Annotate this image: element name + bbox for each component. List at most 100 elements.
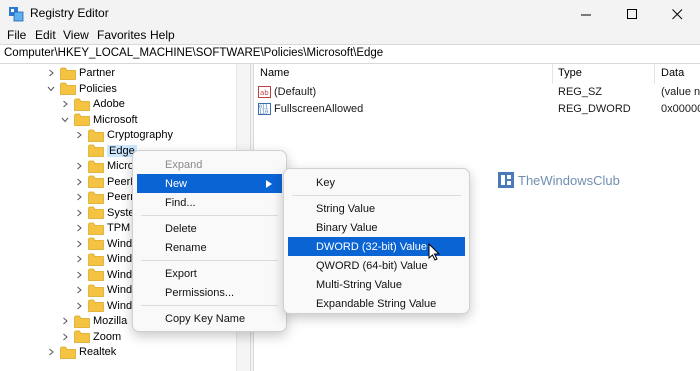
address-path[interactable]: Computer\HKEY_LOCAL_MACHINE\SOFTWARE\Pol… [4,47,383,59]
folder-icon [88,129,104,142]
menu-item-label: New [165,177,188,190]
value-row[interactable]: 011 110 FullscreenAllowed REG_DWORD 0x00… [258,101,700,118]
close-icon [671,8,682,19]
column-divider[interactable] [552,64,553,84]
string-value-icon: ab [258,86,271,98]
tree-node-label: Policies [79,82,117,95]
minimize-button[interactable] [563,0,609,28]
menu-item-find[interactable]: Find... [137,193,282,212]
tree-node[interactable]: Microsoft [60,112,138,128]
folder-icon [88,191,104,204]
tree-node-label: Mozilla [93,315,128,327]
folder-icon [60,82,76,95]
submenu-item-binary-value[interactable]: Binary Value [288,218,465,237]
column-header-data[interactable]: Data [661,67,684,79]
chevron-right-icon[interactable] [74,161,84,171]
tree-node[interactable]: Windo [74,298,138,314]
menu-item-permissions[interactable]: Permissions... [137,283,282,302]
tree-node[interactable]: PeerD [74,174,138,190]
value-type: REG_SZ [558,86,603,98]
menu-help[interactable]: Help [150,28,175,42]
tree-node[interactable]: Peern [74,189,136,205]
mouse-cursor-icon [428,243,441,261]
tree-node[interactable]: Windo [74,236,138,252]
menu-item-label: Multi-String Value [316,278,402,291]
no-expander [74,146,84,156]
tree-node[interactable]: Windo [74,251,138,267]
tree-node-label: Zoom [93,330,122,343]
close-button[interactable] [654,0,700,28]
menu-item-rename[interactable]: Rename [137,238,282,257]
address-bar[interactable]: Computer\HKEY_LOCAL_MACHINE\SOFTWARE\Pol… [0,44,700,64]
column-divider[interactable] [654,64,655,84]
submenu-item-key[interactable]: Key [288,173,465,192]
title-bar: Registry Editor [0,0,700,28]
tree-node[interactable]: Windo [74,282,138,298]
tree-node-label: Realtek [79,346,117,358]
submenu-item-string-value[interactable]: String Value [288,199,465,218]
value-name: FullscreenAllowed [274,103,364,115]
tree-node[interactable]: TPM [74,220,130,236]
chevron-right-icon[interactable] [74,208,84,218]
chevron-right-icon[interactable] [74,130,84,140]
folder-icon [88,253,104,266]
tree-node-label: Adobe [93,98,125,110]
tree-node[interactable]: Micro [74,158,134,174]
menu-bar: File Edit View Favorites Help [0,26,700,45]
tree-node[interactable]: Edge [74,143,137,159]
maximize-icon [626,8,637,19]
column-header-type[interactable]: Type [558,67,582,79]
tree-node[interactable]: Syster [74,205,138,221]
tree-node-label: TPM [107,222,131,234]
chevron-right-icon[interactable] [74,192,84,202]
chevron-right-icon[interactable] [74,301,84,311]
value-row[interactable]: ab (Default) REG_SZ (value n [258,84,700,101]
menu-favorites[interactable]: Favorites [97,28,146,42]
binary-value-icon: 011 110 [258,103,271,115]
submenu-item-multi-string-value[interactable]: Multi-String Value [288,275,465,294]
menu-edit[interactable]: Edit [35,28,56,42]
tree-node[interactable]: Windo [74,267,138,283]
chevron-right-icon[interactable] [46,347,56,357]
menu-separator [292,195,461,196]
folder-icon [88,237,104,250]
maximize-button[interactable] [609,0,655,28]
chevron-down-icon[interactable] [60,115,70,125]
tree-node[interactable]: Cryptography [74,127,173,143]
menu-file[interactable]: File [7,28,26,42]
tree-node[interactable]: Realtek [46,344,116,360]
tree-node[interactable]: Mozilla [60,313,127,329]
folder-icon [88,160,104,173]
chevron-right-icon[interactable] [74,285,84,295]
chevron-right-icon[interactable] [46,68,56,78]
chevron-right-icon[interactable] [60,99,70,109]
menu-item-copy-key-name[interactable]: Copy Key Name [137,309,282,328]
window-title: Registry Editor [30,6,109,20]
value-data: 0x00000 [661,103,700,115]
chevron-right-icon[interactable] [60,316,70,326]
tree-node[interactable]: Partner [46,65,115,81]
menu-item-delete[interactable]: Delete [137,219,282,238]
chevron-right-icon[interactable] [74,239,84,249]
folder-icon [60,67,76,80]
menu-item-label: Key [316,176,335,189]
chevron-right-icon[interactable] [74,177,84,187]
menu-view[interactable]: View [63,28,89,42]
chevron-right-icon[interactable] [74,254,84,264]
tree-node[interactable]: Adobe [60,96,125,112]
chevron-down-icon[interactable] [46,84,56,94]
tree-node[interactable]: Policies [46,81,117,97]
menu-item-export[interactable]: Export [137,264,282,283]
chevron-right-icon[interactable] [60,332,70,342]
chevron-right-icon[interactable] [74,223,84,233]
folder-icon [74,98,90,111]
submenu-item-expandable-string-value[interactable]: Expandable String Value [288,294,465,313]
folder-icon [88,144,104,157]
column-header-name[interactable]: Name [260,67,289,79]
menu-item-new[interactable]: New [137,174,282,193]
tree-node-label: Partner [79,67,116,79]
chevron-right-icon[interactable] [74,270,84,280]
menu-item-label: Export [165,267,197,280]
tree-node[interactable]: Zoom [60,329,121,345]
menu-item-expand: Expand [137,155,282,174]
